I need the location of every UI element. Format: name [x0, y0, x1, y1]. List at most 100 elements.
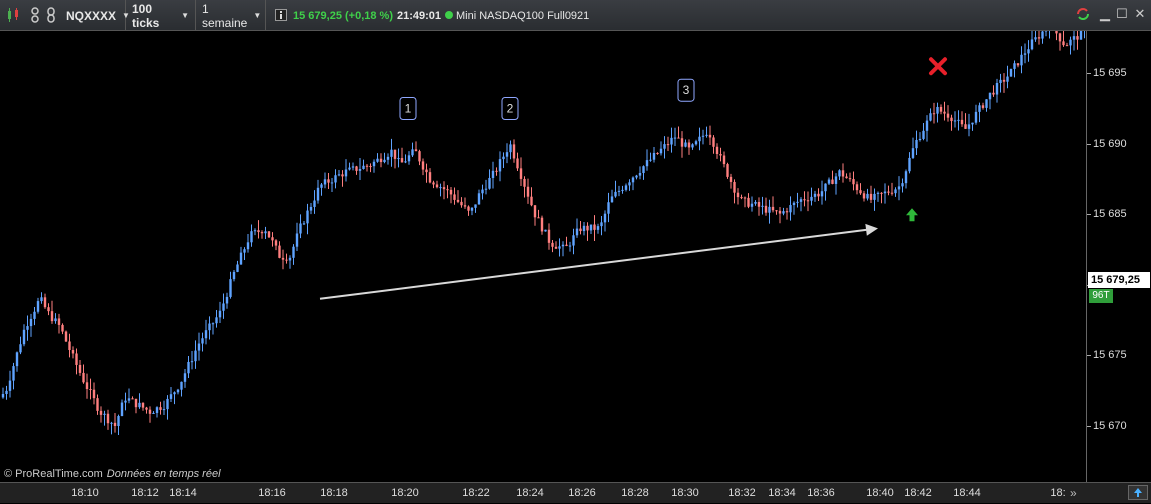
candle-body	[1080, 31, 1082, 40]
candle-body	[583, 226, 585, 231]
candle-body	[723, 156, 725, 165]
candle-body	[58, 318, 60, 324]
time-tick-label: 18:18	[320, 487, 348, 499]
candle-body	[404, 161, 406, 162]
candle-body	[887, 192, 889, 193]
time-axis[interactable]: » 18:1018:1218:1418:1618:1818:2018:2218:…	[0, 482, 1151, 503]
candle-body	[551, 243, 553, 247]
candle-body	[796, 202, 798, 203]
candle-body	[1027, 49, 1029, 53]
info-icon[interactable]	[272, 6, 290, 24]
wave-label-3: 3	[683, 83, 690, 97]
candle-body	[446, 189, 448, 190]
period-selector[interactable]: 1 semaine▼	[196, 0, 266, 31]
candle-body	[863, 193, 865, 198]
close-icon[interactable]: ✕	[1133, 7, 1147, 21]
candle-body	[422, 161, 424, 169]
minimize-icon[interactable]: ▁	[1098, 7, 1112, 21]
candle-body	[681, 138, 683, 146]
candlestick-chart[interactable]: 123	[0, 31, 1086, 482]
candle-body	[835, 176, 837, 184]
candle-body	[810, 197, 812, 201]
candle-body	[548, 230, 550, 243]
candle-body	[30, 319, 32, 326]
candle-body	[68, 341, 70, 350]
time-tick-label: 18:32	[728, 487, 756, 499]
candle-body	[975, 112, 977, 123]
candle-body	[240, 253, 242, 265]
candle-body	[261, 232, 263, 233]
instrument-name: Mini NASDAQ100 Full0921	[456, 0, 589, 31]
candle-body	[642, 166, 644, 173]
candle-body	[842, 170, 844, 176]
candle-body	[93, 390, 95, 398]
candle-body	[401, 158, 403, 162]
candle-body	[936, 107, 938, 114]
candle-body	[299, 223, 301, 233]
candle-body	[593, 225, 595, 230]
price-tick-mark	[1087, 426, 1091, 427]
candle-body	[516, 158, 518, 168]
candle-body	[922, 131, 924, 139]
candle-body	[726, 164, 728, 177]
candle-body	[562, 245, 564, 247]
candle-body	[492, 171, 494, 178]
refresh-icon[interactable]	[1075, 7, 1089, 21]
candle-body	[982, 105, 984, 108]
candle-body	[852, 179, 854, 184]
scroll-right-icon[interactable]: »	[1070, 486, 1077, 500]
price-axis[interactable]: 15 67015 67515 68015 68515 69015 695	[1086, 31, 1151, 482]
candle-body	[128, 398, 130, 400]
candle-body	[803, 199, 805, 200]
candle-body	[149, 410, 151, 414]
candle-body	[145, 408, 147, 410]
candle-body	[436, 184, 438, 187]
chart-toolbar: NQXXXX▼ 100 ticks▼ 1 semaine▼ 15 679,25 …	[0, 0, 1151, 31]
symbol-selector[interactable]: NQXXXX▼	[60, 0, 126, 31]
price-tick-mark	[1087, 144, 1091, 145]
candle-body	[523, 179, 525, 187]
candle-body	[131, 398, 133, 399]
maximize-icon[interactable]: ☐	[1115, 7, 1129, 21]
candle-body	[968, 124, 970, 129]
chain-link-icon[interactable]	[42, 6, 60, 24]
candle-body	[684, 142, 686, 146]
candle-body	[1069, 40, 1071, 46]
candle-body	[180, 382, 182, 390]
candle-body	[61, 325, 63, 332]
chevron-down-icon: ▼	[181, 11, 189, 20]
candle-body	[614, 192, 616, 197]
ticks-selector[interactable]: 100 ticks▼	[126, 0, 196, 31]
candle-body	[649, 160, 651, 161]
candle-body	[992, 93, 994, 95]
candle-body	[443, 187, 445, 189]
candle-body	[156, 407, 158, 413]
candle-body	[712, 137, 714, 146]
candlestick-type-icon[interactable]	[4, 6, 22, 24]
candle-body	[278, 246, 280, 258]
candle-body	[978, 105, 980, 112]
candle-body	[327, 179, 329, 182]
candle-body	[408, 155, 410, 161]
candle-body	[5, 391, 7, 394]
candle-body	[604, 214, 606, 223]
scroll-up-icon[interactable]	[1128, 485, 1148, 500]
candle-body	[709, 135, 711, 138]
candle-body	[754, 202, 756, 204]
candle-body	[135, 399, 137, 407]
candle-body	[390, 150, 392, 157]
candle-body	[177, 390, 179, 393]
candle-body	[117, 416, 119, 426]
candle-body	[569, 246, 571, 247]
candle-body	[628, 182, 630, 185]
candle-body	[460, 202, 462, 205]
candle-body	[2, 394, 4, 397]
candle-body	[373, 162, 375, 166]
candle-body	[250, 231, 252, 242]
candle-body	[509, 144, 511, 152]
candle-body	[173, 392, 175, 394]
candle-body	[205, 330, 207, 338]
time-tick-label: 18:40	[866, 487, 894, 499]
candle-body	[187, 362, 189, 373]
candle-body	[317, 188, 319, 201]
